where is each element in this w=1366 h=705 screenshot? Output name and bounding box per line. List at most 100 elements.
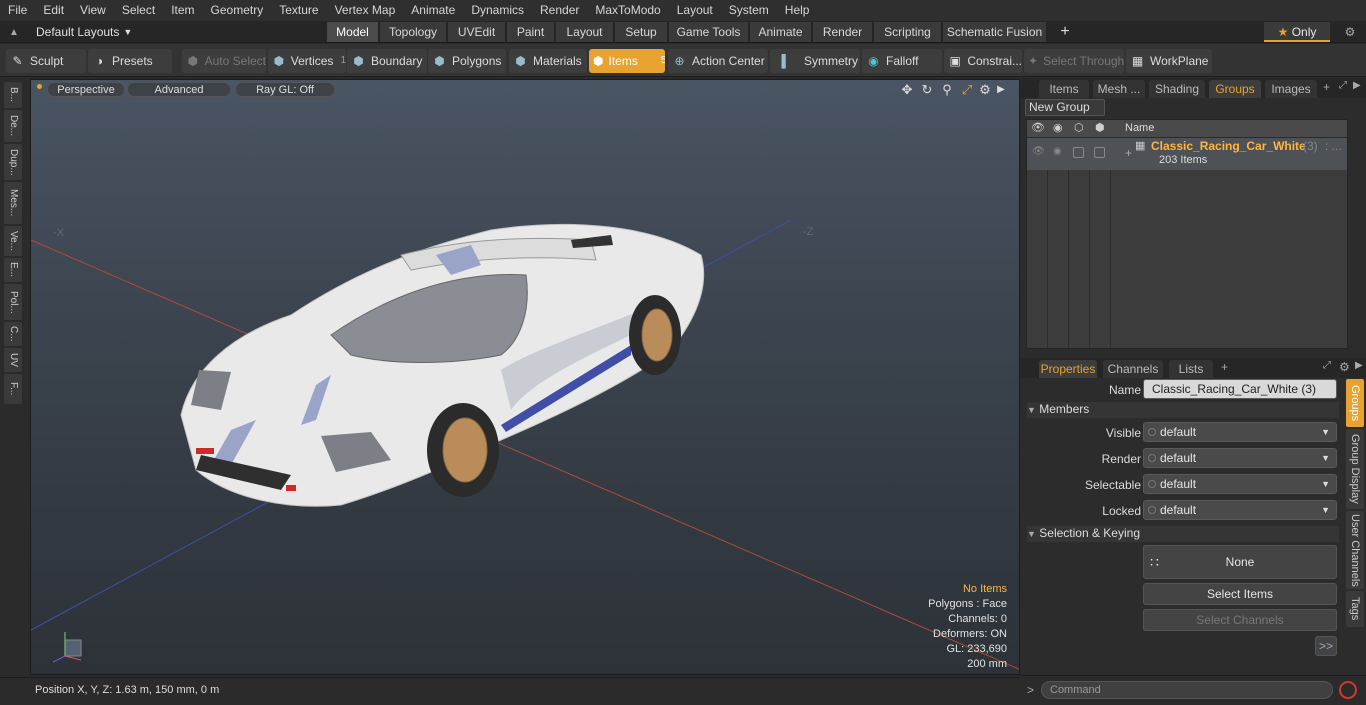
row-select-checkbox[interactable]	[1073, 147, 1084, 158]
select-items-button[interactable]: Select Items	[1143, 583, 1337, 605]
menu-render[interactable]: Render	[532, 0, 587, 21]
left-tab-edge[interactable]: E...	[4, 258, 22, 282]
left-tab-deform[interactable]: De...	[4, 110, 22, 142]
tab-uvedit[interactable]: UVEdit	[448, 22, 506, 42]
left-tab-vertex[interactable]: Ve...	[4, 226, 22, 256]
menu-animate[interactable]: Animate	[403, 0, 463, 21]
left-tab-curve[interactable]: C...	[4, 322, 22, 346]
tab-mesh[interactable]: Mesh ...	[1093, 80, 1145, 98]
tab-model[interactable]: Model	[327, 22, 379, 42]
selection-keying-section[interactable]: ▼ Selection & Keying	[1027, 526, 1339, 542]
name-column-header[interactable]: Name	[1125, 122, 1154, 134]
properties-gear-icon[interactable]: ⚙	[1339, 360, 1350, 374]
side-tab-tags[interactable]: Tags	[1346, 591, 1364, 627]
menu-dynamics[interactable]: Dynamics	[463, 0, 532, 21]
tab-channels[interactable]: Channels	[1103, 360, 1163, 378]
menu-edit[interactable]: Edit	[35, 0, 72, 21]
row-eye-icon[interactable]: 👁	[1032, 146, 1045, 157]
properties-arrow-icon[interactable]: ▶	[1355, 360, 1363, 371]
tab-render[interactable]: Render	[813, 22, 873, 42]
tab-shading[interactable]: Shading	[1149, 80, 1205, 98]
expand-plus-icon[interactable]: +	[1125, 146, 1132, 160]
add-properties-tab-icon[interactable]: +	[1221, 360, 1228, 374]
items-button[interactable]: ⬢ Items 5	[589, 49, 665, 73]
zoom-view-icon[interactable]: ⚲	[939, 82, 955, 98]
add-tab-icon[interactable]: +	[1056, 22, 1074, 42]
action-center-button[interactable]: ⊕ Action Center	[668, 49, 768, 73]
left-tab-uv[interactable]: UV	[4, 348, 22, 372]
lock-icon[interactable]: ⬢	[1095, 121, 1105, 134]
gear-icon[interactable]: ⚙	[1340, 22, 1360, 42]
vertices-button[interactable]: ⬢ Vertices 1	[268, 49, 346, 73]
add-tab-icon[interactable]: +	[1323, 80, 1330, 94]
tab-groups[interactable]: Groups	[1209, 80, 1261, 98]
tab-paint[interactable]: Paint	[507, 22, 555, 42]
raygl-toggle[interactable]: Ray GL: Off	[235, 82, 335, 97]
maximize-view-icon[interactable]: ⤢	[959, 82, 975, 98]
constraints-button[interactable]: ▣ Constrai...	[944, 49, 1022, 73]
viewport-gear-icon[interactable]: ⚙	[977, 82, 993, 98]
menu-help[interactable]: Help	[777, 0, 818, 21]
left-tab-fusion[interactable]: F...	[4, 374, 22, 404]
menu-maxtomodo[interactable]: MaxToModo	[587, 0, 668, 21]
left-tab-basic[interactable]: B...	[4, 82, 22, 108]
side-tab-user-channels[interactable]: User Channels	[1346, 511, 1364, 589]
members-section[interactable]: ▼ Members	[1027, 402, 1339, 418]
boundary-button[interactable]: ⬢ Boundary	[347, 49, 427, 73]
tab-properties[interactable]: Properties	[1039, 360, 1097, 378]
racing-car-model[interactable]	[180, 223, 705, 507]
view-type-dropdown[interactable]: Perspective	[47, 82, 125, 97]
side-tab-groups[interactable]: Groups	[1346, 379, 1364, 427]
shading-dropdown[interactable]: Advanced	[127, 82, 231, 97]
viewport-expand-arrow-icon[interactable]: ▶	[993, 82, 1009, 98]
left-tab-mesh[interactable]: Mes...	[4, 182, 22, 224]
tab-animate[interactable]: Animate	[750, 22, 812, 42]
maximize-panel-icon[interactable]: ⤢	[1339, 80, 1347, 91]
menu-vertex-map[interactable]: Vertex Map	[327, 0, 404, 21]
auto-select-button[interactable]: ⬢ Auto Select	[182, 49, 266, 73]
new-group-button[interactable]: New Group	[1025, 99, 1105, 116]
record-macro-icon[interactable]	[1339, 681, 1357, 699]
menu-geometry[interactable]: Geometry	[203, 0, 272, 21]
row-render-icon[interactable]: ◉	[1053, 146, 1062, 157]
more-button[interactable]: >>	[1315, 636, 1337, 656]
visible-dropdown[interactable]: default ▼	[1143, 422, 1337, 442]
command-input[interactable]: Command	[1041, 681, 1333, 699]
tab-scripting[interactable]: Scripting	[874, 22, 942, 42]
polygons-button[interactable]: ⬢ Polygons	[428, 49, 506, 73]
render-dropdown[interactable]: default ▼	[1143, 448, 1337, 468]
rotate-view-icon[interactable]: ↻	[919, 82, 935, 98]
tab-layout[interactable]: Layout	[556, 22, 614, 42]
side-tab-group-display[interactable]: Group Display	[1346, 429, 1364, 509]
left-tab-polygon[interactable]: Pol...	[4, 284, 22, 320]
menu-view[interactable]: View	[72, 0, 114, 21]
menu-select[interactable]: Select	[114, 0, 163, 21]
viewport-menu-dot-icon[interactable]	[37, 84, 42, 89]
menu-system[interactable]: System	[721, 0, 777, 21]
menu-file[interactable]: File	[0, 0, 35, 21]
tab-images[interactable]: Images	[1265, 80, 1317, 98]
eye-icon[interactable]: 👁	[1031, 121, 1045, 134]
menu-item[interactable]: Item	[163, 0, 202, 21]
left-tab-duplicate[interactable]: Dup...	[4, 144, 22, 180]
select-icon[interactable]: ⬡	[1074, 121, 1084, 134]
3d-viewport[interactable]: -X -Z Perspective Advanced Ray GL: Off ✥…	[30, 79, 1020, 675]
workplane-button[interactable]: ▦ WorkPlane	[1126, 49, 1212, 73]
row-lock-checkbox[interactable]	[1094, 147, 1105, 158]
default-layouts-dropdown[interactable]: ▲ Default Layouts ▼	[4, 21, 132, 43]
tab-schematic-fusion[interactable]: Schematic Fusion	[943, 22, 1047, 42]
menu-texture[interactable]: Texture	[271, 0, 326, 21]
symmetry-button[interactable]: ▐ Symmetry	[770, 49, 860, 73]
locked-dropdown[interactable]: default ▼	[1143, 500, 1337, 520]
select-channels-button[interactable]: Select Channels	[1143, 609, 1337, 631]
sculpt-button[interactable]: ✎ Sculpt	[6, 49, 86, 73]
tab-lists[interactable]: Lists	[1169, 360, 1213, 378]
tab-topology[interactable]: Topology	[380, 22, 447, 42]
layout-expand-icon[interactable]: ▲	[4, 27, 24, 38]
tab-game-tools[interactable]: Game Tools	[669, 22, 749, 42]
name-field[interactable]: Classic_Racing_Car_White (3)	[1143, 379, 1337, 399]
menu-layout[interactable]: Layout	[669, 0, 721, 21]
group-row[interactable]: 👁 ◉ + ▦ Classic_Racing_Car_White (3) : .…	[1027, 138, 1347, 170]
move-view-icon[interactable]: ✥	[899, 82, 915, 98]
materials-button[interactable]: ⬢ Materials	[509, 49, 587, 73]
